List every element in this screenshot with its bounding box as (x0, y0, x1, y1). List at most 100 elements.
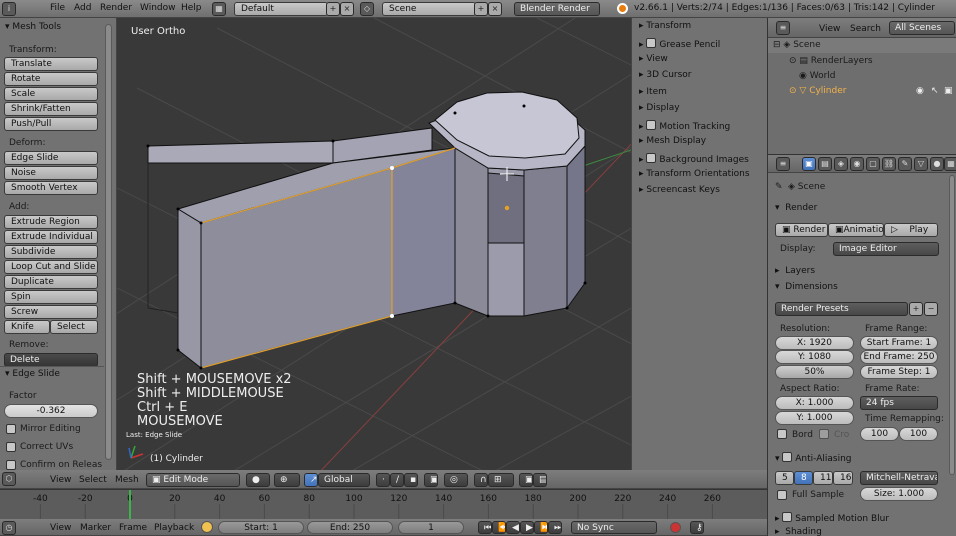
snap-toggle[interactable]: ∩ (474, 473, 488, 487)
remove-scene-icon[interactable]: × (488, 2, 502, 16)
menu-add[interactable]: Add (74, 3, 91, 13)
shrink-fatten-button[interactable]: Shrink/Fatten (4, 102, 98, 116)
remap-new-field[interactable]: 100 (899, 427, 938, 441)
npanel-view[interactable]: ▸ View (639, 54, 668, 64)
screen-layout-icon[interactable]: ▦ (212, 2, 226, 16)
jump-key-back-button[interactable]: ⏪ (492, 521, 506, 534)
viewport-3d[interactable]: User Ortho Shift + MOUSEMOVE x2 Shift + … (117, 18, 631, 470)
rotate-button[interactable]: Rotate (4, 72, 98, 86)
spin-button[interactable]: Spin (4, 290, 98, 304)
view-menu[interactable]: View (50, 475, 71, 485)
aspect-y-field[interactable]: Y: 1.000 (775, 411, 854, 425)
full-sample-checkbox[interactable] (777, 490, 787, 500)
panel-enable-checkbox[interactable] (646, 120, 657, 131)
outliner-scene[interactable]: ⊟ ◈ Scene (773, 40, 821, 50)
auto-keyframe-icon[interactable] (670, 522, 681, 533)
add-scene-icon[interactable]: + (474, 2, 488, 16)
aa-samples-5[interactable]: 5 (775, 471, 794, 485)
visibility-eye-icon[interactable]: ◉ (916, 86, 924, 96)
menu-file[interactable]: File (50, 3, 65, 13)
layers-context-icon[interactable]: ▤ (818, 157, 832, 171)
pivot-select[interactable]: ⊕ (274, 473, 300, 487)
shading-select[interactable]: ● (246, 473, 270, 487)
material-context-icon[interactable]: ● (930, 157, 944, 171)
layers-panel-header[interactable]: ▸ Layers (775, 266, 815, 276)
snap-element-select[interactable]: ⊞ (488, 473, 514, 487)
edge-slide-op-header[interactable]: ▾ Edge Slide (5, 369, 60, 379)
correct-uvs-checkbox[interactable] (6, 442, 16, 452)
factor-field[interactable]: -0.362 (4, 404, 98, 418)
select-button[interactable]: Select (50, 320, 98, 334)
shading-header[interactable]: ▸ Shading (775, 527, 822, 536)
orientation-select[interactable]: Global (318, 473, 370, 487)
modifiers-context-icon[interactable]: ✎ (898, 157, 912, 171)
npanel-motion-tracking[interactable]: ▸ Motion Tracking (639, 119, 730, 132)
play-forward-button[interactable]: ▶ (520, 521, 534, 534)
mesh-menu[interactable]: Mesh (115, 475, 139, 485)
sync-mode-select[interactable]: No Sync (571, 521, 657, 534)
npanel-background-images[interactable]: ▸ Background Images (639, 152, 749, 165)
duplicate-button[interactable]: Duplicate (4, 275, 98, 289)
scene-field[interactable]: Scene (382, 2, 476, 16)
anti-aliasing-header[interactable]: ▾ Anti-Aliasing (775, 451, 852, 464)
edge-select-mode[interactable]: / (390, 473, 404, 487)
play-button[interactable]: ▷ Play (884, 223, 938, 237)
jump-key-forward-button[interactable]: ⏩ (534, 521, 548, 534)
crop-checkbox[interactable] (819, 429, 829, 439)
render-button[interactable]: ▣ Render (775, 223, 828, 237)
select-menu[interactable]: Select (79, 475, 107, 485)
menu-window[interactable]: Window (140, 3, 176, 13)
outliner-renderlayers[interactable]: ⊙ ▤ RenderLayers (789, 56, 873, 66)
constraints-context-icon[interactable]: ⛓ (882, 157, 896, 171)
aa-size-field[interactable]: Size: 1.000 (860, 487, 938, 501)
smooth-vertex-button[interactable]: Smooth Vertex (4, 181, 98, 195)
extrude-region-button[interactable]: Extrude Region (4, 215, 98, 229)
resolution-percent-field[interactable]: 50% (775, 365, 854, 379)
scale-button[interactable]: Scale (4, 87, 98, 101)
border-checkbox[interactable] (777, 429, 787, 439)
npanel-transform[interactable]: ▸ Transform (639, 21, 691, 31)
data-context-icon[interactable]: ▽ (914, 157, 928, 171)
toolshelf-scrollbar[interactable] (105, 24, 112, 460)
object-context-icon[interactable]: ▢ (866, 157, 880, 171)
loop-cut-button[interactable]: Loop Cut and Slide (4, 260, 98, 274)
play-reverse-button[interactable]: ◀ (506, 521, 520, 534)
npanel-screencast-keys[interactable]: ▸ Screencast Keys (639, 185, 720, 195)
panel-enable-checkbox[interactable] (646, 153, 657, 164)
knife-button[interactable]: Knife (4, 320, 50, 334)
scene-context-icon[interactable]: ◈ (834, 157, 848, 171)
animation-button[interactable]: ▣Animation (828, 223, 884, 237)
display-select[interactable]: Image Editor (833, 242, 939, 256)
jump-start-button[interactable]: ⏮ (478, 521, 492, 534)
tl-start-field[interactable]: Start: 1 (218, 521, 304, 534)
vertex-select-mode[interactable]: · (376, 473, 390, 487)
tl-playback-menu[interactable]: Playback (154, 523, 194, 533)
render-presets-select[interactable]: Render Presets (775, 302, 908, 316)
push-pull-button[interactable]: Push/Pull (4, 117, 98, 131)
tl-frame-menu[interactable]: Frame (119, 523, 147, 533)
mesh-tools-header[interactable]: ▾ Mesh Tools (5, 22, 61, 32)
preview-range-icon[interactable] (201, 521, 213, 533)
outliner-filter-select[interactable]: All Scenes (889, 21, 955, 35)
selectable-cursor-icon[interactable]: ↖ (931, 86, 939, 96)
menu-render[interactable]: Render (100, 3, 132, 13)
properties-editor-icon[interactable]: ≡ (776, 157, 790, 171)
renderable-camera-icon[interactable]: ▣ (944, 86, 953, 96)
info-editor-icon[interactable]: i (2, 2, 16, 16)
aa-filter-select[interactable]: Mitchell-Netrava (860, 471, 938, 485)
keying-set-icon[interactable]: ⚷ (690, 521, 704, 534)
tl-view-menu[interactable]: View (50, 523, 71, 533)
npanel-transform-orientations[interactable]: ▸ Transform Orientations (639, 169, 750, 179)
render-context-icon[interactable]: ▣ (802, 157, 816, 171)
tl-current-frame-field[interactable]: 1 (398, 521, 464, 534)
occlude-toggle[interactable]: ▣ (424, 473, 438, 487)
tl-end-field[interactable]: End: 250 (307, 521, 393, 534)
panel-enable-checkbox[interactable] (646, 38, 657, 49)
noise-button[interactable]: Noise (4, 166, 98, 180)
render-panel-header[interactable]: ▾ Render (775, 203, 817, 213)
translate-button[interactable]: Translate (4, 57, 98, 71)
mode-select[interactable]: ▣ Edit Mode (146, 473, 240, 487)
world-context-icon[interactable]: ◉ (850, 157, 864, 171)
texture-context-icon[interactable]: ▦ (944, 157, 956, 171)
dimensions-panel-header[interactable]: ▾ Dimensions (775, 282, 838, 292)
